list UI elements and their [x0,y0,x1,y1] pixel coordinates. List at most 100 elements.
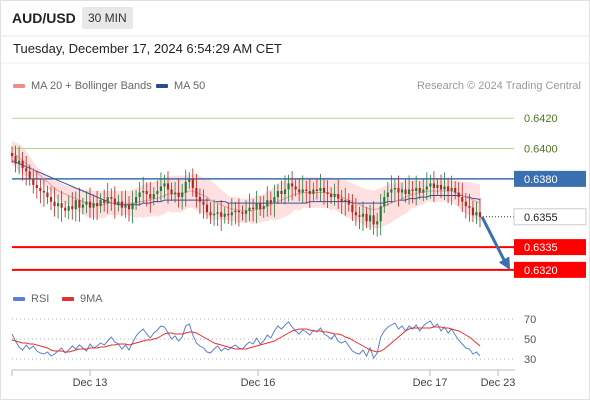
x-tick-label: Dec 13 [73,377,108,389]
candle-up [344,200,347,202]
candle-up [266,200,269,207]
candle-down [32,178,35,185]
candle-up [234,210,237,213]
candle-down [28,171,31,179]
candle-up [400,189,404,193]
candle-down [358,215,361,217]
rsi-tick-label: 30 [524,354,536,366]
candle-down [418,187,421,193]
candle-down [46,192,49,198]
candle-down [464,201,467,207]
candle-down [170,189,173,195]
candle-down [49,197,53,202]
candle-down [103,200,106,204]
candle-down [411,189,414,191]
candle-down [372,215,375,225]
resistance-level-label: 0.6420 [524,113,558,125]
candle-up [230,212,233,216]
candle-up [262,206,265,210]
candle-up [174,192,177,195]
candle-down [202,201,205,205]
resistance-level-label: 0.6400 [524,144,558,156]
candle-down [298,189,301,193]
candle-down [96,203,99,207]
candle-down [166,183,170,190]
x-tick-label: Dec 23 [481,377,516,389]
candle-up [425,186,428,190]
candle-up [379,206,382,222]
candle-up [429,183,432,187]
candle-up [18,160,21,164]
candle-up [383,197,386,207]
candle-down [259,203,262,210]
candle-up [422,189,425,193]
candle-down [110,197,113,199]
candle-up [181,192,184,198]
rsi-ma-line [11,326,481,353]
candle-down [209,212,212,216]
candle-down [177,192,180,198]
candle-down [315,189,318,191]
candle-up [67,206,70,211]
candle-down [351,204,354,213]
candle-down [457,192,460,198]
candle-down [330,194,333,198]
candle-down [88,201,92,208]
candle-up [333,194,336,198]
candle-down [53,201,56,207]
candle-up [216,212,219,214]
candle-up [184,181,187,193]
candle-down [198,197,201,202]
candle-up [319,187,322,191]
candle-up [124,204,127,208]
candle-up [92,203,95,208]
candle-down [340,198,343,202]
candle-down [21,160,24,169]
candle-up [386,192,389,198]
candle-down [447,186,450,191]
candle-up [443,186,446,190]
candle-down [237,210,240,213]
candle-up [436,184,439,188]
candle-up [117,201,120,205]
candle-down [337,194,340,199]
candle-up [390,189,393,193]
candle-up [255,203,258,210]
candle-down [432,183,435,188]
rsi-line [11,320,481,360]
candle-down [35,184,38,188]
candle-down [280,191,283,195]
candle-up [57,203,60,207]
price-chart[interactable]: 0.6420 0.6400 0.6380 0.6355 0.6335 0.6320 30 50… [0,0,590,400]
x-tick-label: Dec 16 [241,377,276,389]
candle-down [42,191,45,193]
x-tick-label: Dec 17 [413,377,448,389]
candle-up [248,207,251,211]
candle-up [74,200,77,210]
candle-up [276,191,279,198]
candle-up [131,203,134,210]
candle-up [361,213,365,217]
candle-down [461,197,464,202]
candle-down [294,186,297,190]
candle-down [145,191,148,195]
candle-down [471,207,474,216]
candle-down [205,204,209,213]
candle-up [163,183,166,187]
candle-down [478,212,482,217]
candle-up [99,200,102,207]
candle-down [220,212,223,217]
candle-down [454,187,457,193]
candle-up [369,215,372,222]
candle-up [283,189,287,195]
candle-down [354,212,357,216]
support-line-label: 0.6335 [524,242,558,254]
candle-down [305,189,308,191]
candle-down [14,156,17,164]
candle-up [376,221,379,225]
candle-down [25,168,28,172]
candle-up [135,197,138,204]
candle-down [468,206,471,208]
candle-up [138,192,141,198]
candle-up [408,189,411,195]
